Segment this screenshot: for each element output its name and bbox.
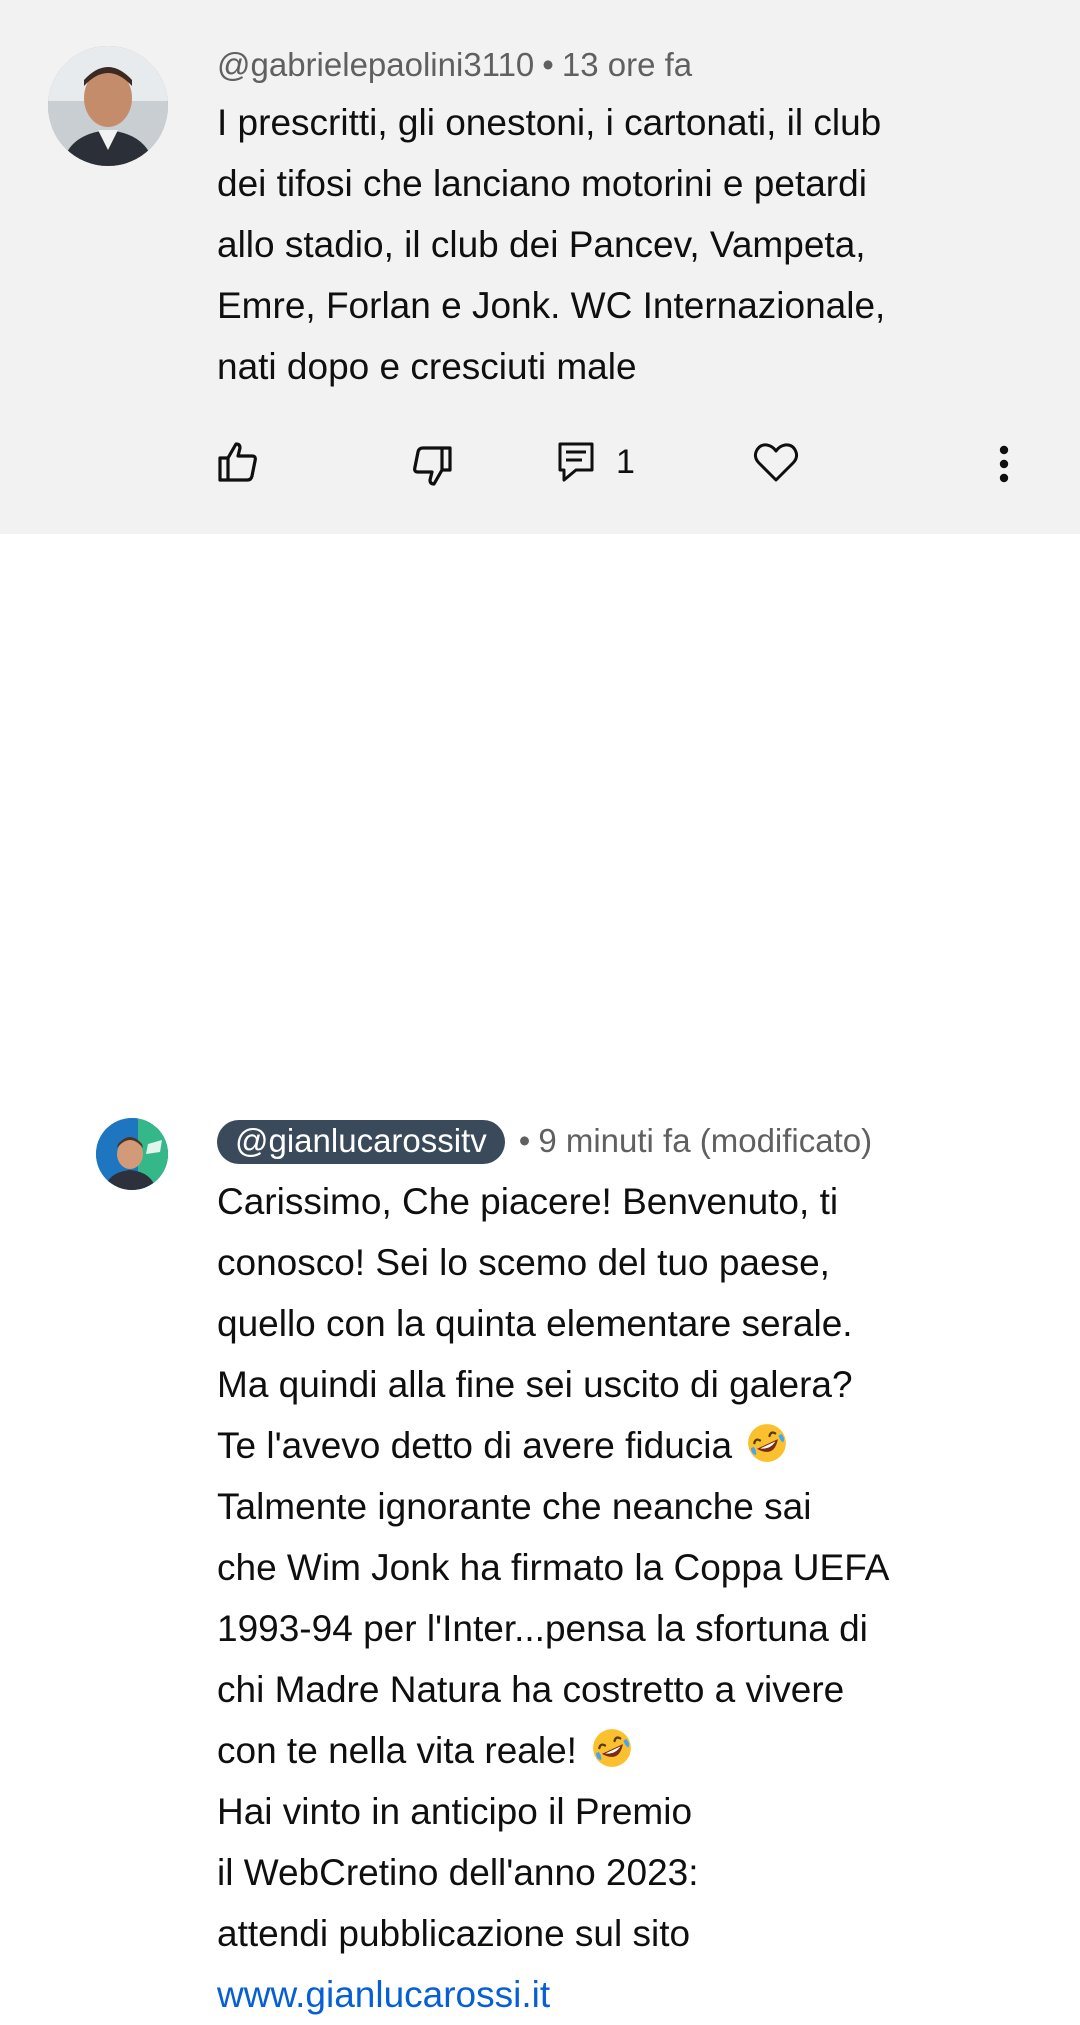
comment-line: dei tifosi che lanciano motorini e petar… [217,163,867,204]
dislike-button[interactable] [408,442,456,490]
like-button[interactable] [214,438,262,486]
more-options-button[interactable] [992,440,1016,488]
creator-handle-badge[interactable]: @gianlucarossitv [217,1120,505,1164]
website-link[interactable]: www.gianlucarossi.it [217,1964,1017,2025]
comment-line: Carissimo, Che piacere! Benvenuto, ti [217,1181,839,1222]
author-handle[interactable]: @gabrielepaolini3110 [217,46,534,83]
comment-line: quello con la quinta elementare serale. [217,1303,853,1344]
avatar-photo [96,1118,168,1190]
meta-separator: • [518,1122,531,1159]
comment-line: che Wim Jonk ha firmato la Coppa UEFA [217,1547,890,1588]
comment-line-text: Te l'avevo detto di avere fiducia [217,1425,733,1466]
comment-line: conosco! Sei lo scemo del tuo paese, [217,1242,830,1283]
comment-line: allo stadio, il club dei Pancev, Vampeta… [217,224,866,265]
comment-line: chi Madre Natura ha costretto a vivere [217,1669,845,1710]
reply-card: @gianlucarossitv • 9 minuti fa (modificato… [0,534,1080,2015]
author-avatar[interactable] [48,46,168,166]
comment-card: @gabrielepaolini3110 • 13 ore fa I prescri… [0,0,1080,534]
reply-count[interactable]: 1 [616,443,635,482]
comment-line: Talmente ignorante che neanche sai [217,1486,812,1527]
comment-text: Carissimo, Che piacere! Benvenuto, ti co… [217,1171,1017,2025]
reply-icon [558,442,594,482]
author-avatar[interactable] [96,1118,168,1190]
comment-line: 1993-94 per l'Inter...pensa la sfortuna … [217,1608,868,1649]
comment-meta: @gianlucarossitv • 9 minuti fa (modificato… [217,1120,872,1164]
comment-time: 13 ore fa [561,46,693,83]
comment-line: Emre, Forlan e Jonk. WC Internazionale, [217,285,886,326]
comment-line: Ma quindi alla fine sei uscito di galera… [217,1364,853,1405]
avatar-photo [48,46,168,166]
heart-button[interactable] [752,438,800,486]
thumb-up-icon [218,442,257,482]
comment-text: I prescritti, gli onestoni, i cartonati,… [217,92,1017,397]
comment-line-with-emoji: con te nella vita reale! [217,1720,1017,1781]
comment-line-with-emoji: Te l'avevo detto di avere fiducia [217,1415,1017,1476]
comment-time: 9 minuti fa (modificato) [538,1122,873,1159]
meta-separator: • [542,46,554,83]
rolling-on-floor-laughing-emoji [593,1729,632,1767]
comment-meta: @gabrielepaolini3110 • 13 ore fa [217,46,692,84]
heart-icon [753,443,799,482]
comment-line: Hai vinto in anticipo il Premio [217,1791,693,1832]
thumb-down-icon [413,446,452,486]
comment-line-text: con te nella vita reale! [217,1730,577,1771]
comment-line: il WebCretino dell'anno 2023: [217,1852,699,1893]
comment-actions: 1 [0,436,1080,496]
comment-line: I prescritti, gli onestoni, i cartonati,… [217,102,882,143]
rolling-on-floor-laughing-emoji [748,1424,787,1462]
more-vert-icon [999,445,1009,483]
comment-line: attendi pubblicazione sul sito [217,1913,691,1954]
reply-button[interactable]: 1 [556,440,635,484]
comment-line: nati dopo e cresciuti male [217,346,637,387]
